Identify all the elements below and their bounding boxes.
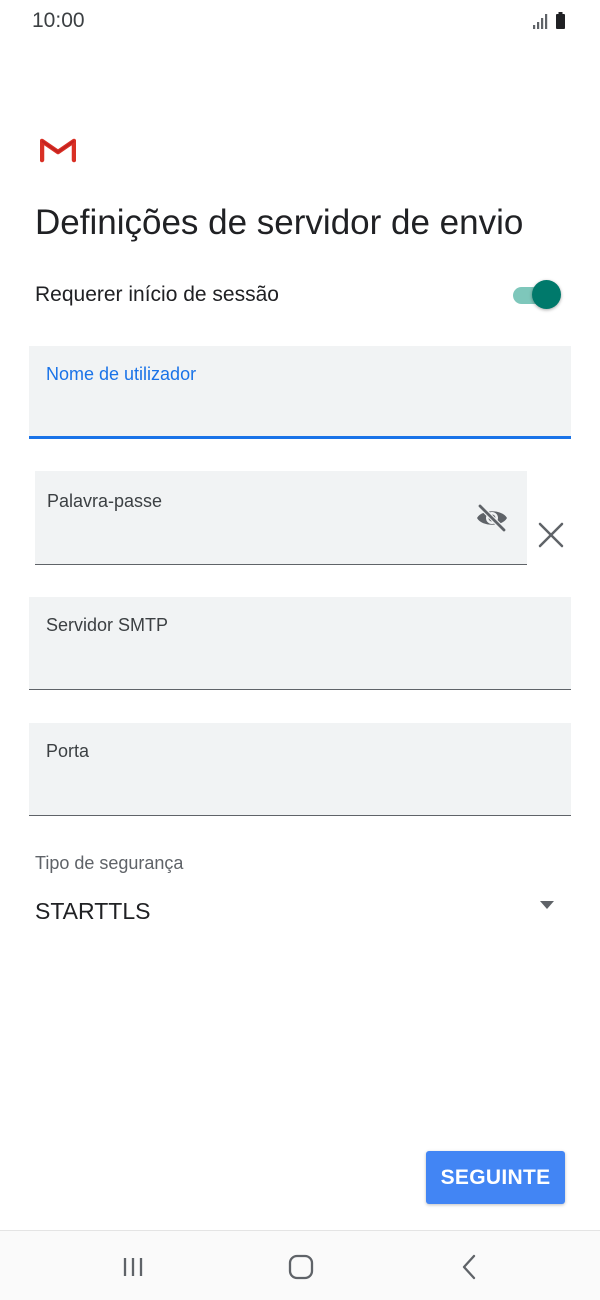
status-icons — [530, 10, 570, 32]
password-field[interactable]: Palavra-passe — [35, 471, 527, 565]
port-field[interactable]: Porta — [29, 723, 571, 816]
visibility-off-icon[interactable] — [475, 503, 509, 533]
password-label: Palavra-passe — [47, 491, 163, 511]
smtp-server-field[interactable]: Servidor SMTP — [29, 597, 571, 690]
home-icon[interactable] — [286, 1252, 316, 1282]
username-label: Nome de utilizador — [46, 364, 197, 384]
page-title: Definições de servidor de envio — [35, 203, 524, 242]
signal-icon — [533, 14, 548, 29]
gmail-logo — [39, 136, 77, 164]
security-type-label: Tipo de segurança — [35, 853, 184, 873]
screen: 10:00 Definições de servidor de envio Re… — [0, 0, 600, 1300]
login-required-label: Requerer início de sessão — [35, 283, 279, 306]
security-type-value: STARTTLS — [35, 898, 151, 924]
back-icon[interactable] — [455, 1252, 485, 1282]
login-required-switch[interactable] — [511, 280, 561, 310]
next-button[interactable]: SEGUINTE — [426, 1151, 565, 1204]
navigation-bar — [0, 1230, 600, 1300]
status-time: 10:00 — [32, 9, 85, 32]
smtp-server-label: Servidor SMTP — [46, 615, 169, 635]
switch-thumb — [532, 280, 561, 309]
recents-icon[interactable] — [119, 1252, 149, 1282]
login-required-row: Requerer início de sessão — [35, 280, 563, 310]
clear-icon[interactable] — [536, 520, 566, 550]
username-field[interactable]: Nome de utilizador — [29, 346, 571, 439]
port-label: Porta — [46, 741, 90, 761]
security-type-select[interactable]: STARTTLS — [35, 890, 555, 934]
battery-icon — [556, 12, 565, 29]
dropdown-arrow-icon — [539, 897, 555, 909]
